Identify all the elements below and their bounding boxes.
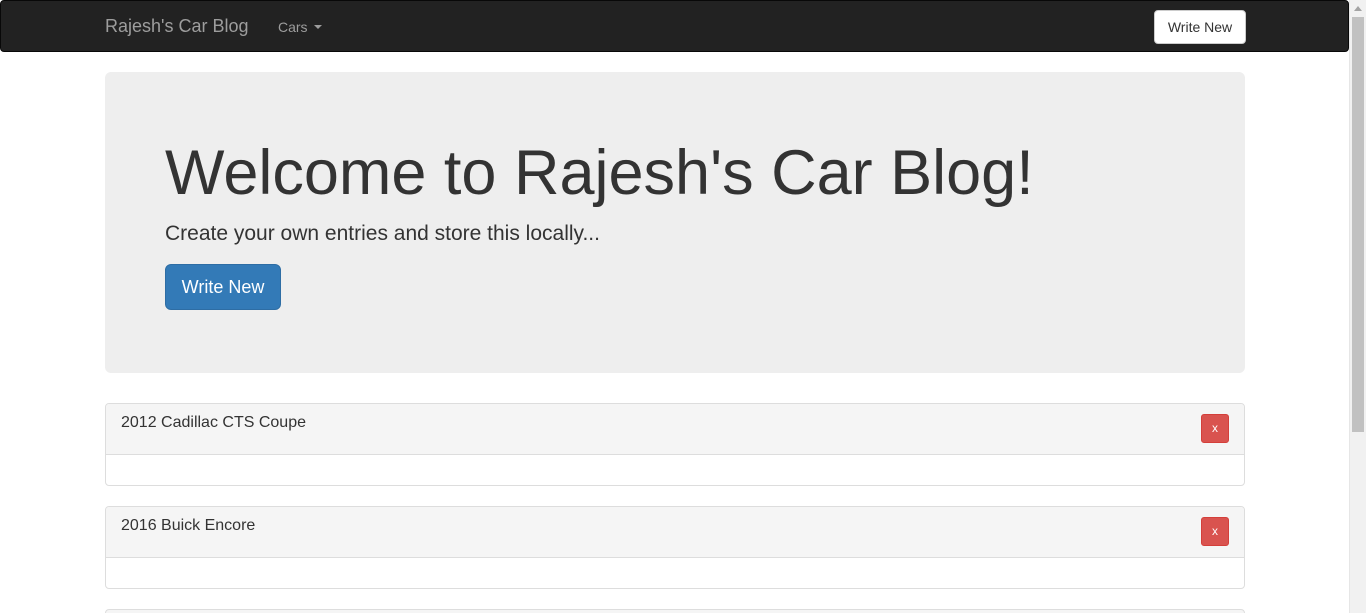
entry-panel: 2016 Buick Encore x bbox=[105, 506, 1245, 589]
navbar-write-new-button[interactable]: Write New bbox=[1154, 10, 1246, 44]
entry-panel-body bbox=[106, 455, 1244, 485]
navbar-brand[interactable]: Rajesh's Car Blog bbox=[105, 15, 249, 37]
write-new-button[interactable]: Write New bbox=[165, 264, 281, 310]
navbar: Rajesh's Car Blog Cars Write New bbox=[0, 0, 1349, 52]
entry-title: 2016 Buick Encore bbox=[121, 517, 256, 534]
page-subtitle: Create your own entries and store this l… bbox=[165, 222, 600, 245]
entry-panel-heading: 2012 Cadillac CTS Coupe x bbox=[106, 404, 1244, 455]
entry-panel: 2012 Cadillac CTS Coupe x bbox=[105, 403, 1245, 486]
caret-down-icon bbox=[313, 25, 322, 29]
browser-viewport: Rajesh's Car Blog Cars Write New Welcome… bbox=[0, 0, 1366, 613]
jumbotron: Welcome to Rajesh's Car Blog! Create you… bbox=[105, 72, 1245, 373]
vertical-scrollbar[interactable] bbox=[1349, 0, 1366, 613]
page-title: Welcome to Rajesh's Car Blog! bbox=[165, 138, 1034, 208]
delete-entry-button[interactable]: x bbox=[1201, 517, 1229, 546]
scroll-up-arrow-icon[interactable] bbox=[1354, 6, 1362, 11]
delete-entry-button[interactable]: x bbox=[1201, 414, 1229, 443]
cars-dropdown-label: Cars bbox=[278, 19, 308, 35]
entry-title: 2012 Cadillac CTS Coupe bbox=[121, 414, 306, 431]
page: Rajesh's Car Blog Cars Write New Welcome… bbox=[0, 0, 1349, 613]
entry-panel-body bbox=[106, 558, 1244, 588]
entry-panel-partial bbox=[105, 609, 1245, 613]
scrollbar-thumb[interactable] bbox=[1352, 17, 1364, 432]
cars-dropdown[interactable]: Cars bbox=[278, 17, 322, 37]
entry-panel-heading: 2016 Buick Encore x bbox=[106, 507, 1244, 558]
